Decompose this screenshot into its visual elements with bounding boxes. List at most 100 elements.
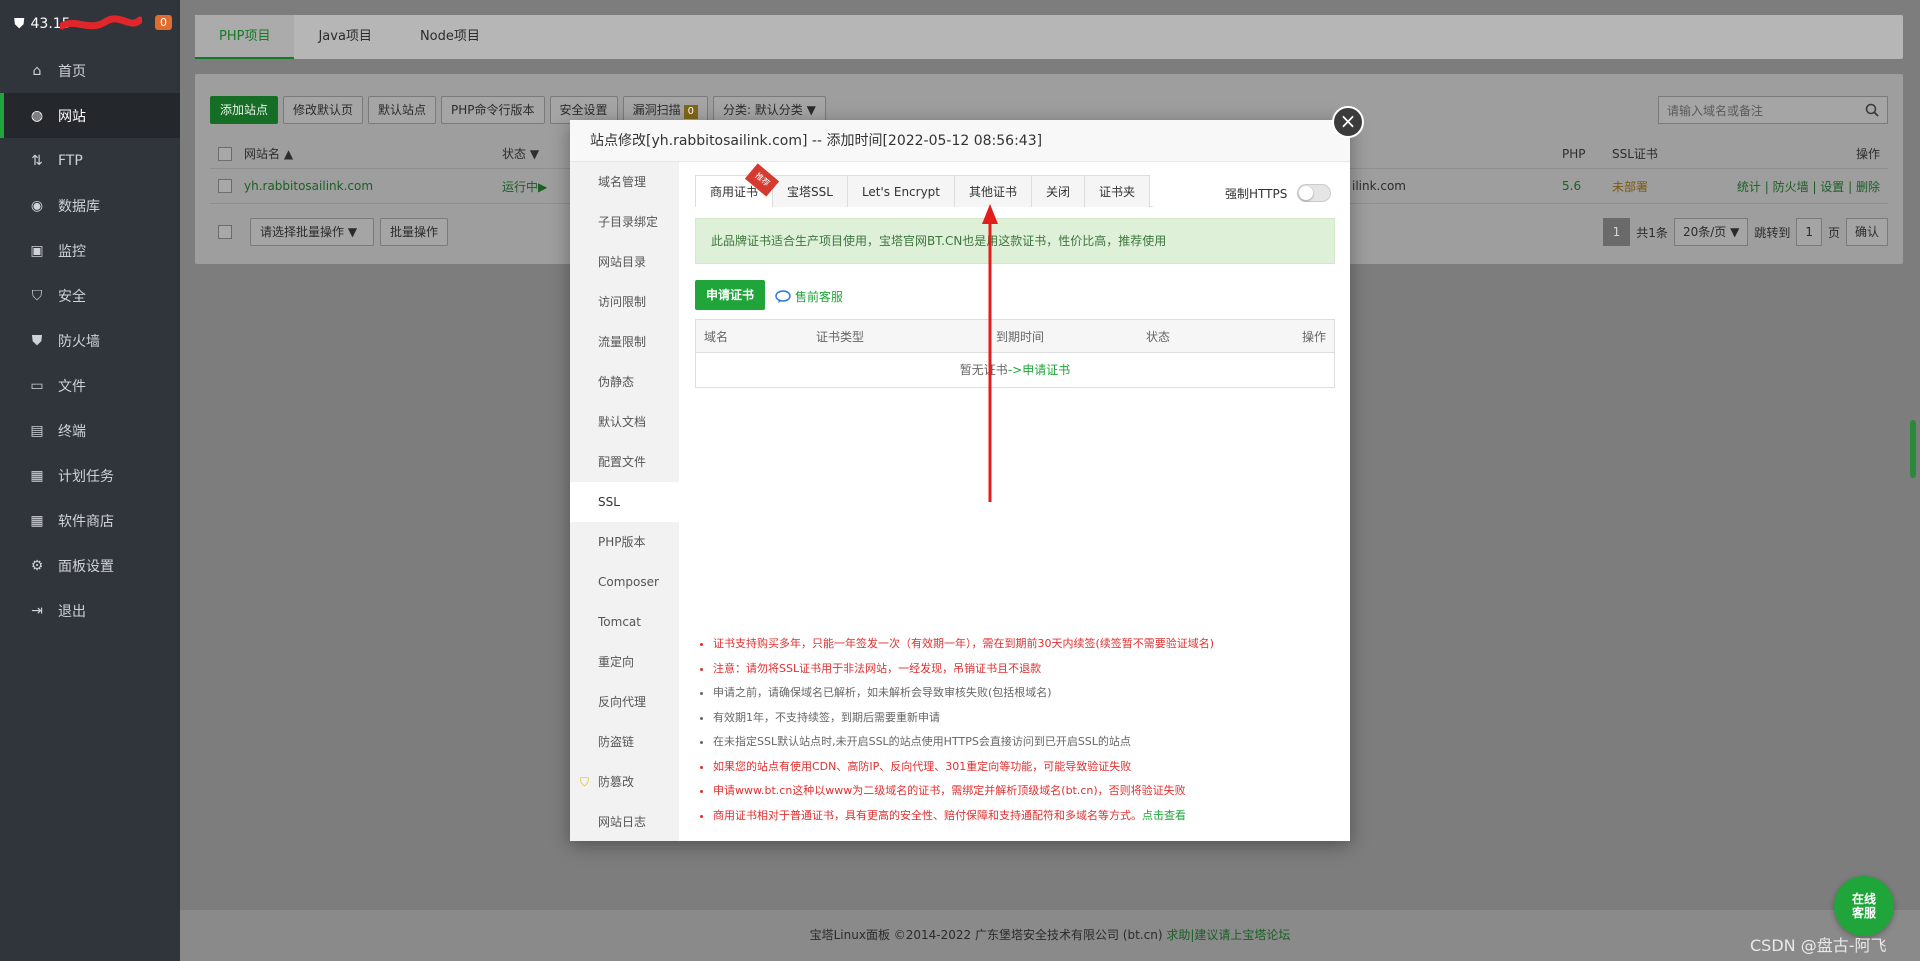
stats-link[interactable]: 统计 (1737, 180, 1761, 194)
close-icon[interactable]: × (1332, 106, 1364, 138)
default-site-button[interactable]: 默认站点 (368, 96, 437, 124)
dialog-menu-item[interactable]: Tomcat (570, 602, 679, 642)
tab-php-project[interactable]: PHP项目 (195, 15, 295, 59)
online-service-button[interactable]: 在线 客服 (1834, 876, 1894, 936)
ssl-tab[interactable]: 证书夹 (1084, 175, 1151, 207)
add-site-button[interactable]: 添加站点 (210, 96, 279, 124)
sidebar-item-4[interactable]: ▣ 监控 (0, 228, 180, 273)
ssl-tab-label: Let's Encrypt (861, 185, 941, 199)
sidebar-item-1[interactable]: ◍ 网站 (0, 93, 180, 138)
cert-table-col: 域名 (704, 329, 729, 344)
dialog-menu-item[interactable]: 默认文档 (570, 402, 679, 442)
delete-link[interactable]: 删除 (1856, 180, 1880, 194)
sidebar-item-6[interactable]: ⛊ 防火墙 (0, 318, 180, 363)
view-details-link[interactable]: 点击查看 (1142, 809, 1186, 822)
dialog-menu-item[interactable]: 伪静态 (570, 362, 679, 402)
page-current[interactable]: 1 (1602, 218, 1631, 246)
ssl-panel: 商用证书 推荐 宝塔SSL Let's Encrypt 其他证书 关闭 证书夹 强制HTTP… (695, 162, 1335, 841)
notice-count-badge[interactable]: 0 (155, 15, 172, 30)
sidebar-item-9[interactable]: ▦ 计划任务 (0, 453, 180, 498)
dialog-menu-item[interactable]: ⛉ 防篡改 (570, 762, 679, 802)
sidebar-item-label: FTP (58, 152, 83, 169)
sidebar-item-2[interactable]: ⇅ FTP (0, 138, 180, 183)
row-checkbox[interactable] (218, 179, 232, 193)
dialog-menu-label: 重定向 (598, 655, 635, 669)
dialog-menu-label: Composer (598, 575, 659, 589)
category-label: 分类: 默认分类 (722, 103, 803, 117)
batch-select[interactable]: 请选择批量操作 ▼ (250, 218, 374, 246)
sidebar-item-0[interactable]: ⌂ 首页 (0, 48, 180, 93)
site-ssl-status[interactable]: 未部署 (1612, 178, 1732, 195)
ftp-icon: ⇅ (31, 152, 43, 169)
col-php: PHP (1562, 146, 1586, 161)
server-header[interactable]: ⛊ 43.15 0 (0, 0, 180, 48)
sidebar-item-11[interactable]: ⚙ 面板设置 (0, 543, 180, 588)
ssl-tip-text: 申请www.bt.cn这种以www为二级域名的证书，需绑定并解析顶级域名(bt.… (713, 784, 1186, 797)
sidebar-item-label: 计划任务 (58, 468, 114, 485)
caret-down-icon: ▼ (806, 103, 816, 117)
page-total: 共1条 (1636, 225, 1668, 240)
dialog-menu-item[interactable]: 网站目录 (570, 242, 679, 282)
sidebar-item-10[interactable]: ▦ 软件商店 (0, 498, 180, 543)
search-input[interactable]: 请输入域名或备注 (1658, 96, 1888, 124)
col-site-name[interactable]: 网站名 ▲ (244, 145, 502, 162)
col-status[interactable]: 状态 ▼ (502, 145, 562, 162)
force-https-control: 强制HTTPS (1225, 184, 1332, 202)
search-icon[interactable] (1865, 103, 1879, 120)
batch-action-button[interactable]: 批量操作 (380, 218, 449, 246)
sidebar-item-12[interactable]: ⇥ 退出 (0, 588, 180, 633)
empty-apply-link[interactable]: ->申请证书 (1008, 363, 1070, 377)
site-php-version[interactable]: 5.6 (1562, 179, 1612, 193)
edit-default-page-button[interactable]: 修改默认页 (283, 96, 364, 124)
site-name-link[interactable]: yh.rabbitosailink.com (244, 179, 502, 193)
dialog-menu-item[interactable]: 子目录绑定 (570, 202, 679, 242)
dialog-menu-label: SSL (598, 495, 620, 509)
batch-checkbox[interactable] (218, 225, 232, 239)
dialog-menu-item[interactable]: 域名管理 (570, 162, 679, 202)
dialog-menu-item[interactable]: SSL (570, 482, 679, 522)
ssl-tab[interactable]: 宝塔SSL (772, 175, 848, 207)
copyright-text: 宝塔Linux面板 ©2014-2022 广东堡塔安全技术有限公司 (bt.cn… (809, 928, 1163, 942)
scroll-indicator[interactable] (1910, 420, 1916, 478)
forum-link[interactable]: 求助|建议请上宝塔论坛 (1166, 928, 1290, 942)
dialog-menu-item[interactable]: 网站日志 (570, 802, 679, 842)
dialog-menu-item[interactable]: 防盗链 (570, 722, 679, 762)
apply-cert-button[interactable]: 申请证书 (695, 280, 766, 310)
sidebar-item-3[interactable]: ◉ 数据库 (0, 183, 180, 228)
goto-page-input[interactable]: 1 (1796, 218, 1822, 246)
dialog-menu-label: 防篡改 (598, 775, 635, 789)
php-cli-version-button[interactable]: PHP命令行版本 (441, 96, 545, 124)
grid-icon: ▦ (30, 512, 44, 529)
goto-confirm-button[interactable]: 确认 (1845, 218, 1888, 246)
dialog-menu-item[interactable]: Composer (570, 562, 679, 602)
sidebar-item-8[interactable]: ▤ 终端 (0, 408, 180, 453)
per-page-select[interactable]: 20条/页 ▼ (1673, 218, 1749, 246)
dialog-menu-item[interactable]: 配置文件 (570, 442, 679, 482)
dialog-menu-item[interactable]: PHP版本 (570, 522, 679, 562)
presale-link[interactable]: 售前客服 (775, 288, 843, 305)
dialog-menu-item[interactable]: 反向代理 (570, 682, 679, 722)
ssl-tip-text: 在未指定SSL默认站点时,未开启SSL的站点使用HTTPS会直接访问到已开启SS… (713, 735, 1131, 748)
sidebar-item-5[interactable]: ⛉ 安全 (0, 273, 180, 318)
tab-java-project[interactable]: Java项目 (294, 15, 395, 59)
firewall-icon: ⛊ (31, 332, 43, 349)
dialog-menu-item[interactable]: 访问限制 (570, 282, 679, 322)
ssl-tips-list: 证书支持购买多年，只能一年签发一次（有效期一年），需在到期前30天内续签(续签暂… (695, 632, 1335, 828)
force-https-toggle[interactable] (1297, 184, 1332, 202)
ssl-tab[interactable]: 商用证书 推荐 (695, 163, 780, 207)
ssl-tab[interactable]: Let's Encrypt (846, 175, 956, 207)
firewall-link[interactable]: 防火墙 (1773, 180, 1809, 194)
dialog-menu-item[interactable]: 流量限制 (570, 322, 679, 362)
ssl-tab[interactable]: 其他证书 (954, 175, 1033, 207)
dialog-menu-label: 访问限制 (598, 295, 647, 309)
settings-link[interactable]: 设置 (1820, 180, 1844, 194)
select-all-checkbox[interactable] (218, 146, 232, 161)
ssl-tab[interactable]: 关闭 (1031, 175, 1086, 207)
tab-node-project[interactable]: Node项目 (396, 15, 504, 59)
cert-table-header: 域名 证书类型 到期时间 状态 操作 (696, 320, 1334, 353)
dialog-menu-item[interactable]: 重定向 (570, 642, 679, 682)
sidebar-item-label: 网站 (58, 108, 86, 125)
sidebar-item-7[interactable]: ▭ 文件 (0, 363, 180, 408)
site-status[interactable]: 运行中▶ (502, 178, 562, 195)
project-tabs: PHP项目 Java项目 Node项目 (195, 15, 1903, 59)
